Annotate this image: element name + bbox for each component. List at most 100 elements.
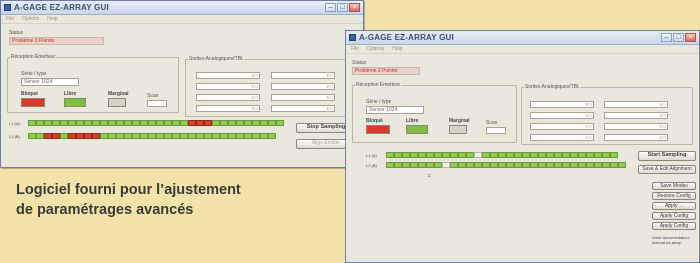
apply-config-button-2[interactable]: Apply Config bbox=[652, 222, 696, 230]
minimize-icon[interactable]: – bbox=[661, 33, 672, 42]
channel-cell bbox=[538, 152, 546, 158]
analog-dropdown-1[interactable] bbox=[196, 72, 260, 79]
channel-cell bbox=[260, 120, 268, 126]
channel-cell bbox=[188, 133, 196, 139]
channel-cell bbox=[386, 152, 394, 158]
channel-cell bbox=[196, 133, 204, 139]
scan-label: Scan bbox=[486, 120, 498, 126]
window-title: A-GAGE EZ-ARRAY GUI bbox=[359, 33, 454, 42]
channel-cell bbox=[52, 133, 60, 139]
channel-cell bbox=[36, 133, 44, 139]
start-sampling-button[interactable]: Start Sampling bbox=[638, 151, 696, 161]
emitter-group-title: Réception Émetteur bbox=[355, 82, 402, 88]
menu-bar: File Options Help bbox=[346, 45, 699, 54]
save-edit-alignment-button[interactable]: Save & Edit Alignment bbox=[638, 165, 696, 174]
channel-cell bbox=[36, 120, 44, 126]
channel-cell bbox=[506, 162, 514, 168]
restore-config-button[interactable]: Restore Config bbox=[652, 192, 696, 200]
analog-dropdown-7[interactable] bbox=[196, 105, 260, 112]
channel-cell bbox=[618, 162, 626, 168]
title-bar: A-GAGE EZ-ARRAY GUI – □ × bbox=[1, 1, 363, 15]
channel-cell bbox=[482, 152, 490, 158]
blocked-label: Bloqué bbox=[366, 118, 383, 124]
channel-cell bbox=[410, 162, 418, 168]
close-icon[interactable]: × bbox=[685, 33, 696, 42]
analog-dropdown-4[interactable] bbox=[604, 112, 668, 119]
clear-label: Libre bbox=[64, 91, 77, 97]
channel-cell bbox=[252, 120, 260, 126]
maximize-icon[interactable]: □ bbox=[337, 3, 348, 12]
analog-dropdown-4[interactable] bbox=[271, 83, 335, 90]
apply-button[interactable]: Apply ... bbox=[652, 202, 696, 210]
analog-dropdown-7[interactable] bbox=[530, 134, 594, 141]
menu-options[interactable]: Options bbox=[22, 16, 39, 22]
channel-cell bbox=[76, 133, 84, 139]
menu-options[interactable]: Options bbox=[367, 46, 384, 52]
channel-cell bbox=[410, 152, 418, 158]
blocked-indicator bbox=[366, 125, 390, 134]
marginal-indicator bbox=[108, 98, 126, 107]
analog-dropdown-1[interactable] bbox=[530, 101, 594, 108]
scan-label: Scan bbox=[147, 93, 159, 99]
menu-file[interactable]: File bbox=[351, 46, 359, 52]
marginal-label: Marginal bbox=[449, 118, 470, 124]
channel-cell bbox=[530, 162, 538, 168]
channel-cell bbox=[156, 120, 164, 126]
channel-cell bbox=[394, 152, 402, 158]
channel-cell bbox=[426, 162, 434, 168]
channel-cell bbox=[490, 152, 498, 158]
channel-cell bbox=[164, 133, 172, 139]
analog-dropdown-3[interactable] bbox=[196, 83, 260, 90]
channel-cell bbox=[84, 120, 92, 126]
channel-cell bbox=[44, 133, 52, 139]
channel-cell bbox=[236, 133, 244, 139]
app-window-front: A-GAGE EZ-ARRAY GUI – □ × File Options H… bbox=[345, 30, 700, 263]
channel-cell bbox=[538, 162, 546, 168]
maximize-icon[interactable]: □ bbox=[673, 33, 684, 42]
channel-cell bbox=[204, 133, 212, 139]
menu-file[interactable]: File bbox=[6, 16, 14, 22]
channel-cell bbox=[132, 120, 140, 126]
analog-dropdown-6[interactable] bbox=[604, 123, 668, 130]
menu-help[interactable]: Help bbox=[47, 16, 57, 22]
analog-dropdown-2[interactable] bbox=[271, 72, 335, 79]
channel-cell bbox=[434, 152, 442, 158]
analog-dropdown-3[interactable] bbox=[530, 112, 594, 119]
apply-config-button-1[interactable]: Apply Config bbox=[652, 212, 696, 220]
channel-row-2 bbox=[28, 133, 276, 139]
channel-cell bbox=[610, 152, 618, 158]
serial-input[interactable]: Sensor 1024 bbox=[366, 106, 424, 114]
channel-cell bbox=[586, 162, 594, 168]
channel-cell bbox=[530, 152, 538, 158]
row1-label: L1 (A) bbox=[366, 153, 377, 158]
blocked-label: Bloqué bbox=[21, 91, 38, 97]
close-icon[interactable]: × bbox=[349, 3, 360, 12]
analog-dropdown-8[interactable] bbox=[271, 105, 335, 112]
channel-cell bbox=[172, 133, 180, 139]
channel-cell bbox=[450, 162, 458, 168]
scan-dropdown[interactable] bbox=[147, 100, 167, 107]
analog-dropdown-6[interactable] bbox=[271, 94, 335, 101]
channel-cell bbox=[228, 133, 236, 139]
channel-cell bbox=[474, 152, 482, 158]
channel-cell bbox=[426, 152, 434, 158]
channel-cell bbox=[506, 152, 514, 158]
status-field: Problème 3 Pointer bbox=[352, 67, 420, 75]
channel-cell bbox=[442, 162, 450, 168]
analog-dropdown-5[interactable] bbox=[196, 94, 260, 101]
analog-dropdown-2[interactable] bbox=[604, 101, 668, 108]
analog-dropdown-8[interactable] bbox=[604, 134, 668, 141]
save-modes-button[interactable]: Save Modes bbox=[652, 182, 696, 190]
channel-cell bbox=[458, 152, 466, 158]
scan-dropdown[interactable] bbox=[486, 127, 506, 134]
serial-label: Série / type bbox=[21, 71, 47, 77]
channel-cell bbox=[402, 152, 410, 158]
menu-help[interactable]: Help bbox=[392, 46, 402, 52]
channel-cell bbox=[236, 120, 244, 126]
analog-dropdown-5[interactable] bbox=[530, 123, 594, 130]
minimize-icon[interactable]: – bbox=[325, 3, 336, 12]
serial-input[interactable]: Sensor 1024 bbox=[21, 78, 79, 86]
row1-label: L1 (A) bbox=[9, 121, 20, 126]
channel-cell bbox=[394, 162, 402, 168]
documentation-note: Votre documentation: manual.ez-array bbox=[652, 235, 690, 245]
